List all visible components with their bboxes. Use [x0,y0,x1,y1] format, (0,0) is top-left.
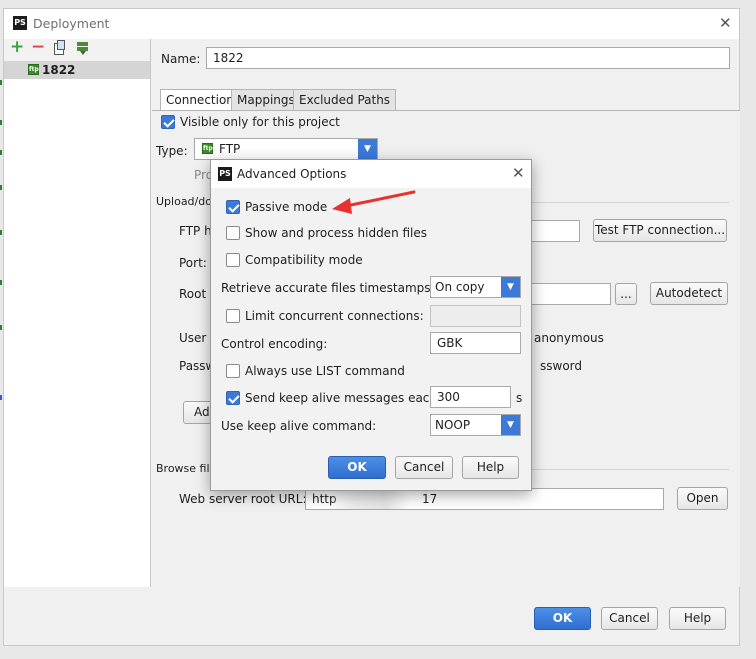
keep-alive-interval-field[interactable]: 300 [430,386,511,408]
visible-only-checkbox[interactable] [161,115,175,129]
ftp-server-icon: ftp [28,64,39,75]
keep-alive-command-label: Use keep alive command: [221,419,377,433]
window-close-icon[interactable]: ✕ [719,14,732,32]
timestamps-select[interactable]: On copy ▼ [430,276,521,298]
passive-mode-label: Passive mode [245,200,328,214]
keep-alive-label: Send keep alive messages each: [245,391,442,405]
tab-excluded-paths[interactable]: Excluded Paths [293,89,397,111]
timestamps-select-value: On copy [435,280,485,294]
dialog-ok-button[interactable]: OK [328,456,386,479]
ftp-type-icon: ftp [202,143,213,154]
tab-mappings[interactable]: Mappings [231,89,301,111]
chevron-down-icon: ▼ [501,415,520,435]
copy-icon[interactable] [54,40,65,55]
anonymous-label: anonymous [534,331,604,345]
name-field[interactable] [206,47,730,69]
server-item-label: 1822 [42,63,76,77]
browse-root-button[interactable]: ... [615,283,637,305]
phpstorm-logo-icon: PS [218,167,232,181]
keep-alive-checkbox[interactable] [226,391,240,405]
test-ftp-connection-button[interactable]: Test FTP connection... [593,219,727,242]
passive-mode-checkbox[interactable] [226,200,240,214]
server-list-toolbar: + − [4,37,150,61]
annotation-arrow-icon [332,190,416,214]
list-command-label: Always use LIST command [245,364,405,378]
tab-connection[interactable]: Connection [160,89,240,111]
timestamps-label: Retrieve accurate files timestamps: [221,281,435,295]
ftp-host-field[interactable] [524,220,580,242]
type-select[interactable]: ftp FTP ▼ [194,138,378,160]
limit-connections-checkbox[interactable] [226,309,240,323]
hidden-files-checkbox[interactable] [226,226,240,240]
web-root-label: Web server root URL: [179,492,307,506]
server-list-item[interactable]: ftp 1822 [4,61,150,79]
compatibility-mode-checkbox[interactable] [226,253,240,267]
web-root-value-suffix: 17 [422,492,438,506]
redacted-url-blur [330,489,410,509]
add-server-icon[interactable]: + [10,37,24,57]
advanced-dialog-titlebar: PS Advanced Options ✕ [211,160,531,188]
keep-alive-command-value: NOOP [435,418,471,432]
name-label: Name: [161,52,201,66]
control-encoding-label: Control encoding: [221,337,328,351]
root-path-field[interactable] [524,283,611,305]
limit-connections-label: Limit concurrent connections: [245,309,424,323]
dialog-cancel-button[interactable]: Cancel [395,456,453,479]
window-title: Deployment [33,16,110,31]
cancel-button[interactable]: Cancel [601,607,658,630]
open-button[interactable]: Open [677,487,728,510]
dialog-help-button[interactable]: Help [462,456,519,479]
keep-alive-unit: s [516,391,523,405]
chevron-down-icon: ▼ [358,139,377,159]
list-command-checkbox[interactable] [226,364,240,378]
save-password-label: ssword [540,359,582,373]
window-titlebar: PS Deployment ✕ [4,9,739,39]
hidden-files-label: Show and process hidden files [245,226,428,240]
keep-alive-command-select[interactable]: NOOP ▼ [430,414,521,436]
move-icon[interactable] [77,42,88,55]
ok-button[interactable]: OK [534,607,591,630]
help-button[interactable]: Help [669,607,726,630]
compatibility-mode-label: Compatibility mode [245,253,363,267]
type-select-value: FTP [219,142,241,156]
chevron-down-icon: ▼ [501,277,520,297]
remove-server-icon[interactable]: − [31,37,45,57]
type-label: Type: [156,144,188,158]
control-encoding-field[interactable]: GBK [430,332,521,354]
server-list-pane: + − ftp 1822 [4,37,151,587]
visible-only-label: Visible only for this project [180,115,340,129]
phpstorm-logo-icon: PS [13,16,27,30]
port-label: Port: [179,256,207,270]
advanced-dialog-title: Advanced Options [237,167,347,181]
advanced-dialog-close-icon[interactable]: ✕ [512,164,525,182]
autodetect-button[interactable]: Autodetect [650,282,728,305]
limit-connections-field[interactable] [430,305,521,327]
